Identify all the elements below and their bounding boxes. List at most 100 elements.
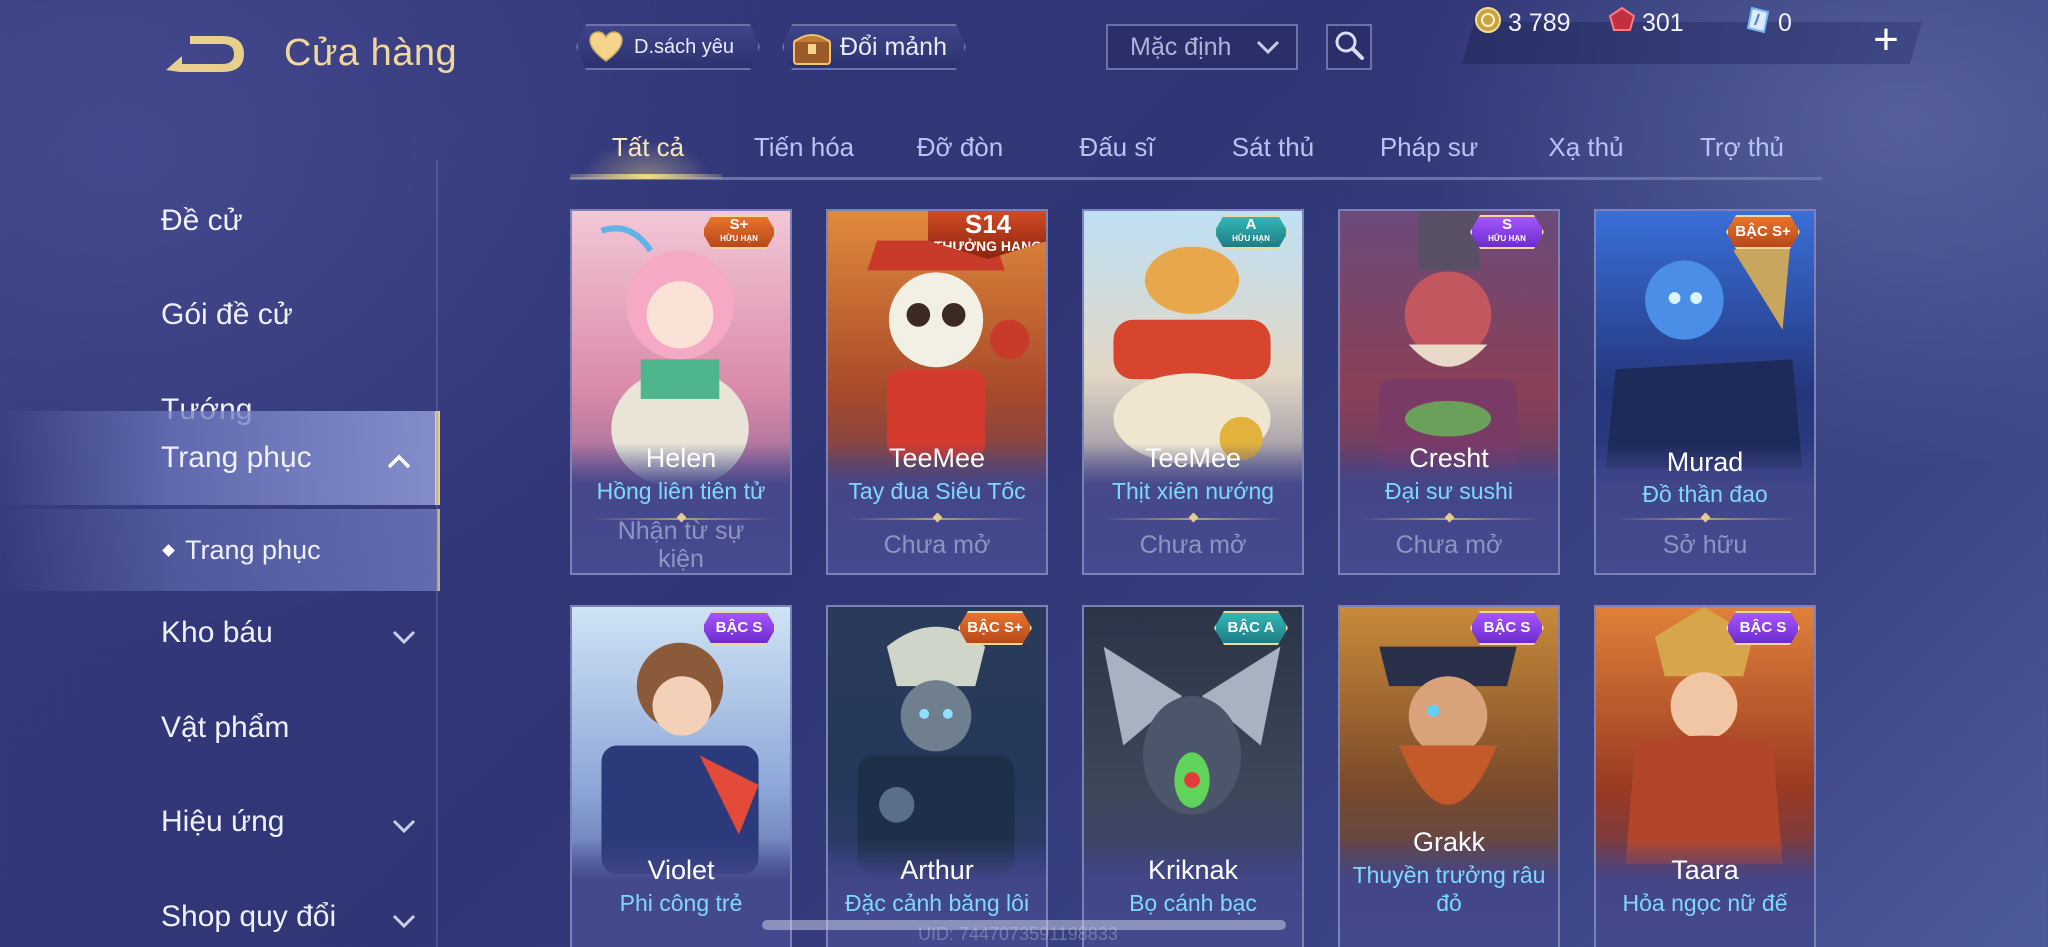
page-title: Cửa hàng <box>284 32 458 74</box>
voucher-icon <box>1744 6 1772 41</box>
diamond-bullet-icon <box>162 543 175 557</box>
tier-badge: BẬC S <box>1470 611 1544 645</box>
ownership-status: Chưa mở <box>883 531 991 559</box>
chevron-down-icon <box>390 811 418 845</box>
skin-card[interactable]: BẬC S+ Arthur Đặc cảnh băng lôi <box>826 605 1048 947</box>
tab-support[interactable]: Trợ thủ <box>1664 132 1820 163</box>
skin-card[interactable]: BẬC S Taara Hỏa ngọc nữ đế <box>1594 605 1816 947</box>
ruby-icon <box>1608 6 1636 41</box>
tab-evolution[interactable]: Tiến hóa <box>726 132 882 163</box>
skin-card[interactable]: BẬC S+ Murad Đồ thần đao Sở hữu <box>1594 209 1816 575</box>
tab-mage[interactable]: Pháp sư <box>1351 132 1507 163</box>
scroll-indicator[interactable] <box>762 920 1286 930</box>
sort-value: Mặc định <box>1130 32 1232 61</box>
hero-name: TeeMee <box>888 443 986 473</box>
gold-currency: 3 789 <box>1474 6 1571 41</box>
skin-card[interactable]: BẬC S Grakk Thuyền trưởng râu đỏ <box>1338 605 1560 947</box>
skin-name: Đặc cảnh băng lôi <box>844 890 1030 916</box>
sidebar-item-label: Đề cử <box>161 204 243 237</box>
tab-assassin[interactable]: Sát thủ <box>1195 132 1351 163</box>
skin-name: Thuyền trưởng râu đỏ <box>1352 862 1546 916</box>
tab-marksman[interactable]: Xạ thủ <box>1508 132 1664 163</box>
sidebar-item-featured[interactable]: Đề cử <box>0 174 440 268</box>
tier-badge: BẬC S+ <box>1726 215 1800 249</box>
skin-name: Thịt xiên nướng <box>1111 478 1275 504</box>
back-button[interactable] <box>160 30 250 78</box>
card-divider <box>1104 518 1284 520</box>
hero-name: Cresht <box>1409 443 1489 473</box>
chevron-down-icon <box>390 906 418 940</box>
skin-name: Đại sư sushi <box>1385 478 1513 504</box>
sidebar-item-label: Kho báu <box>161 616 273 649</box>
tier-badge: BẬC S+ <box>958 611 1032 645</box>
hero-name: Murad <box>1666 447 1744 477</box>
tier-badge: A HỮU HẠN <box>1214 215 1288 249</box>
sidebar-item-label: Shop quy đổi <box>161 900 337 933</box>
skin-card[interactable]: BẬC A Kriknak Bọ cánh bạc <box>1082 605 1304 947</box>
tier-badge: S+ HỮU HẠN <box>702 215 776 249</box>
skin-card[interactable]: S HỮU HẠN Cresht Đại sư sushi Chưa mở <box>1338 209 1560 575</box>
tier-badge: S HỮU HẠN <box>1470 215 1544 249</box>
sidebar-subitem-label: Trang phục <box>185 534 321 565</box>
hero-name: Helen <box>645 443 717 473</box>
tab-all[interactable]: Tất cả <box>570 132 726 163</box>
favorites-button[interactable]: D.sách yêu <box>576 24 760 70</box>
gold-coin-icon <box>1474 6 1502 41</box>
ownership-status: Chưa mở <box>1395 531 1503 559</box>
skin-name: Bọ cánh bạc <box>1129 890 1257 916</box>
gold-amount: 3 789 <box>1508 9 1571 37</box>
tier-badge: BẬC S <box>1726 611 1800 645</box>
tab-tank[interactable]: Đỡ đòn <box>882 132 1038 163</box>
voucher-amount: 0 <box>1778 9 1792 37</box>
skin-card[interactable]: S14 THƯỞNG HẠNG TeeMee Tay đua Siêu Tốc C… <box>826 209 1048 575</box>
sidebar-item-treasure[interactable]: Kho báu <box>0 586 440 680</box>
skin-name: Hồng liên tiên tử <box>596 478 766 504</box>
search-button[interactable] <box>1326 24 1372 70</box>
hero-name: Taara <box>1671 855 1739 885</box>
sidebar: Đề cử Gói đề cử Tướng Trang phục Trang p… <box>0 100 440 947</box>
ruby-amount: 301 <box>1642 9 1684 37</box>
active-tab-underline <box>570 174 722 179</box>
sidebar-item-label: Trang phục <box>161 441 312 474</box>
card-divider <box>1616 518 1796 520</box>
sidebar-item-featured-packs[interactable]: Gói đề cử <box>0 268 440 362</box>
ownership-status: Sở hữu <box>1662 531 1748 559</box>
back-arrow-icon <box>166 36 244 72</box>
skin-card[interactable]: S+ HỮU HẠN Helen Hồng liên tiên tử Nhận t… <box>570 209 792 575</box>
shard-exchange-button[interactable]: Đổi mảnh <box>782 24 966 70</box>
hero-name: Arthur <box>900 855 974 885</box>
category-tabs: Tất cả Tiến hóa Đỡ đòn Đấu sĩ Sát thủ Ph… <box>570 120 1822 180</box>
hero-name: Kriknak <box>1147 855 1239 885</box>
sidebar-item-exchange-shop[interactable]: Shop quy đổi <box>0 870 440 947</box>
sidebar-item-items[interactable]: Vật phẩm <box>0 681 440 775</box>
add-currency-button[interactable]: + <box>1866 18 1906 62</box>
skin-name: Tay đua Siêu Tốc <box>848 478 1026 504</box>
search-icon <box>1333 29 1365 66</box>
top-bar: Cửa hàng D.sách yêu Đổi mảnh Mặc định 3 … <box>0 0 2048 100</box>
sidebar-item-label: Hiệu ứng <box>161 805 285 838</box>
ruby-currency: 301 <box>1608 6 1684 41</box>
shard-exchange-label: Đổi mảnh <box>840 32 947 61</box>
sidebar-item-skins[interactable]: Trang phục <box>0 411 440 505</box>
sidebar-subitem-skins[interactable]: Trang phục <box>0 509 440 591</box>
card-divider <box>848 518 1028 520</box>
ownership-status: Chưa mở <box>1139 531 1247 559</box>
tier-badge: BẬC A <box>1214 611 1288 645</box>
voucher-currency: 0 <box>1744 6 1792 41</box>
hero-name: TeeMee <box>1144 443 1242 473</box>
skin-name: Hỏa ngọc nữ đế <box>1622 890 1788 916</box>
tab-fighter[interactable]: Đấu sĩ <box>1039 132 1195 163</box>
skin-name: Phi công trẻ <box>619 890 743 916</box>
ownership-status: Nhận từ sự kiện <box>617 517 745 573</box>
sort-dropdown[interactable]: Mặc định <box>1106 24 1298 70</box>
sidebar-item-label: Gói đề cử <box>161 298 293 331</box>
favorites-label: D.sách yêu <box>634 35 735 58</box>
sidebar-item-effects[interactable]: Hiệu ứng <box>0 775 440 869</box>
hero-name: Grakk <box>1412 827 1485 857</box>
chevron-down-icon <box>390 622 418 656</box>
hero-name: Violet <box>647 855 715 885</box>
sidebar-item-label: Vật phẩm <box>161 711 290 744</box>
card-divider <box>1360 518 1540 520</box>
skin-card[interactable]: BẬC S Violet Phi công trẻ <box>570 605 792 947</box>
skin-card[interactable]: A HỮU HẠN TeeMee Thịt xiên nướng Chưa mở <box>1082 209 1304 575</box>
